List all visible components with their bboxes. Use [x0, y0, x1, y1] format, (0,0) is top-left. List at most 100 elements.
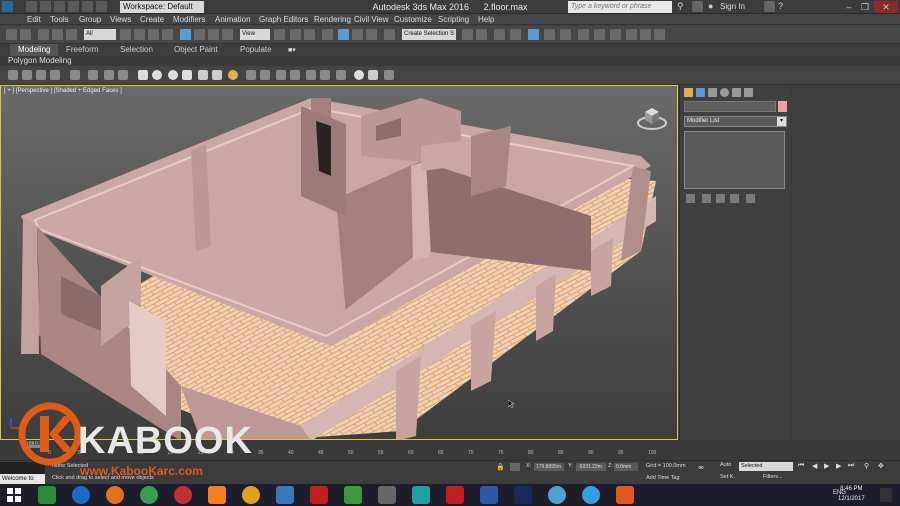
pan-icon[interactable]: ✥: [878, 462, 884, 470]
zoom-icon[interactable]: ⚲: [864, 462, 869, 470]
select-manipulate-icon[interactable]: [290, 29, 301, 40]
autocad-icon[interactable]: [446, 486, 464, 504]
bind-space-warp-icon[interactable]: [66, 29, 77, 40]
user-icon[interactable]: ●: [708, 1, 717, 12]
toolbar2-icon-16[interactable]: [384, 70, 394, 80]
clock[interactable]: 8:46 PM 12/1/2017: [838, 484, 865, 504]
app-icon-red[interactable]: [174, 486, 192, 504]
menu-animation[interactable]: Animation: [215, 14, 251, 25]
align-icon[interactable]: [476, 29, 487, 40]
exchange-icon[interactable]: [764, 1, 775, 12]
unlink-icon[interactable]: [52, 29, 63, 40]
select-by-name-icon[interactable]: [134, 29, 145, 40]
curve-editor-icon[interactable]: [544, 29, 555, 40]
app-icon-globe[interactable]: [548, 486, 566, 504]
app-icon-px[interactable]: [378, 486, 396, 504]
render-setup-icon[interactable]: [594, 29, 605, 40]
percent-snap-icon[interactable]: [352, 29, 363, 40]
object-color-swatch[interactable]: [778, 101, 787, 112]
link-icon[interactable]: [38, 29, 49, 40]
toolbar2-icon-5[interactable]: [70, 70, 80, 80]
menu-modifiers[interactable]: Modifiers: [173, 14, 205, 25]
remove-modifier-icon[interactable]: [730, 194, 739, 203]
menu-views[interactable]: Views: [110, 14, 131, 25]
close-button[interactable]: ✕: [874, 1, 898, 13]
create-tab-icon[interactable]: [684, 88, 693, 97]
toolbar2-icon-3[interactable]: [36, 70, 46, 80]
edit-named-selection-icon[interactable]: [384, 29, 395, 40]
toolbar2-icon-10[interactable]: [260, 70, 270, 80]
material-ball-icon[interactable]: [354, 70, 364, 80]
material-editor-icon[interactable]: [578, 29, 589, 40]
key-icon[interactable]: ⚮: [698, 464, 712, 472]
goto-end-icon[interactable]: ⏭: [848, 462, 854, 470]
subscription-icon[interactable]: [692, 1, 703, 12]
show-end-result-icon[interactable]: [702, 194, 711, 203]
chrome-icon[interactable]: [140, 486, 158, 504]
pivot-center-icon[interactable]: [274, 29, 285, 40]
mirror-icon[interactable]: [462, 29, 473, 40]
named-selection-dropdown[interactable]: Create Selection S: [402, 29, 456, 40]
menu-civil-view[interactable]: Civil View: [354, 14, 389, 25]
select-rotate-icon[interactable]: [194, 29, 205, 40]
scene-explorer-icon[interactable]: [494, 29, 505, 40]
telegram-icon[interactable]: [582, 486, 600, 504]
app-icon-blue[interactable]: [276, 486, 294, 504]
menu-rendering[interactable]: Rendering: [314, 14, 351, 25]
menu-graph-editors[interactable]: Graph Editors: [259, 14, 308, 25]
z-coordinate-field[interactable]: 0.0mm: [614, 463, 638, 471]
pin-stack-icon[interactable]: [686, 194, 695, 203]
make-unique-icon[interactable]: [716, 194, 725, 203]
menu-group[interactable]: Group: [79, 14, 101, 25]
redo-icon[interactable]: [20, 29, 31, 40]
acrobat-icon[interactable]: [310, 486, 328, 504]
word-icon[interactable]: [480, 486, 498, 504]
activeshade-icon[interactable]: [654, 29, 665, 40]
grid-icon[interactable]: [368, 70, 378, 80]
play-icon[interactable]: ▶: [824, 462, 829, 470]
hierarchy-tab-icon[interactable]: [708, 88, 717, 97]
select-move-icon[interactable]: [180, 29, 191, 40]
utilities-tab-icon[interactable]: [744, 88, 753, 97]
ribbon-panel-polygon-modeling[interactable]: Polygon Modeling: [0, 56, 900, 66]
prev-frame-icon[interactable]: ◀: [812, 462, 817, 470]
photoshop-icon[interactable]: [514, 486, 532, 504]
torus-primitive-icon[interactable]: [182, 70, 192, 80]
y-coordinate-field[interactable]: -5931.22m: [576, 463, 606, 471]
render-iterative-icon[interactable]: [640, 29, 651, 40]
select-object-icon[interactable]: [120, 29, 131, 40]
set-key-button[interactable]: Set K.: [720, 474, 735, 480]
menu-edit[interactable]: Edit: [27, 14, 41, 25]
search-input[interactable]: Type a keyword or phrase: [568, 1, 672, 13]
toolbar2-icon-7[interactable]: [104, 70, 114, 80]
ribbon-tab-populate[interactable]: Populate: [232, 44, 280, 56]
schematic-view-icon[interactable]: [560, 29, 571, 40]
ribbon-options-icon[interactable]: ■▾: [288, 46, 302, 54]
sign-in-link[interactable]: Sign In: [720, 0, 745, 14]
menu-tools[interactable]: Tools: [50, 14, 69, 25]
modifier-stack[interactable]: [684, 131, 785, 189]
key-filters-button[interactable]: Filters...: [763, 474, 783, 480]
geosphere-primitive-icon[interactable]: [212, 70, 222, 80]
firefox-icon[interactable]: [106, 486, 124, 504]
object-name-field[interactable]: [684, 101, 776, 112]
goto-start-icon[interactable]: ⏮: [798, 462, 804, 470]
display-tab-icon[interactable]: [732, 88, 741, 97]
cone-primitive-icon[interactable]: [198, 70, 208, 80]
menu-help[interactable]: Help: [478, 14, 494, 25]
app-icon-green[interactable]: [344, 486, 362, 504]
auto-key-button[interactable]: Auto: [720, 462, 731, 468]
toolbar2-icon-4[interactable]: [50, 70, 60, 80]
ribbon-tab-selection[interactable]: Selection: [112, 44, 161, 56]
toolbar2-icon-11[interactable]: [276, 70, 286, 80]
snaps-toggle-icon[interactable]: [322, 29, 333, 40]
menu-customize[interactable]: Customize: [394, 14, 432, 25]
cylinder-primitive-icon[interactable]: [168, 70, 178, 80]
layer-explorer-icon[interactable]: [510, 29, 521, 40]
x-coordinate-field[interactable]: 179.8995m: [534, 463, 564, 471]
render-production-icon[interactable]: [626, 29, 637, 40]
minimize-button[interactable]: –: [842, 1, 856, 13]
keyboard-shortcut-icon[interactable]: [304, 29, 315, 40]
key-filter-dropdown[interactable]: Selected: [739, 462, 793, 471]
start-button[interactable]: [6, 487, 22, 503]
